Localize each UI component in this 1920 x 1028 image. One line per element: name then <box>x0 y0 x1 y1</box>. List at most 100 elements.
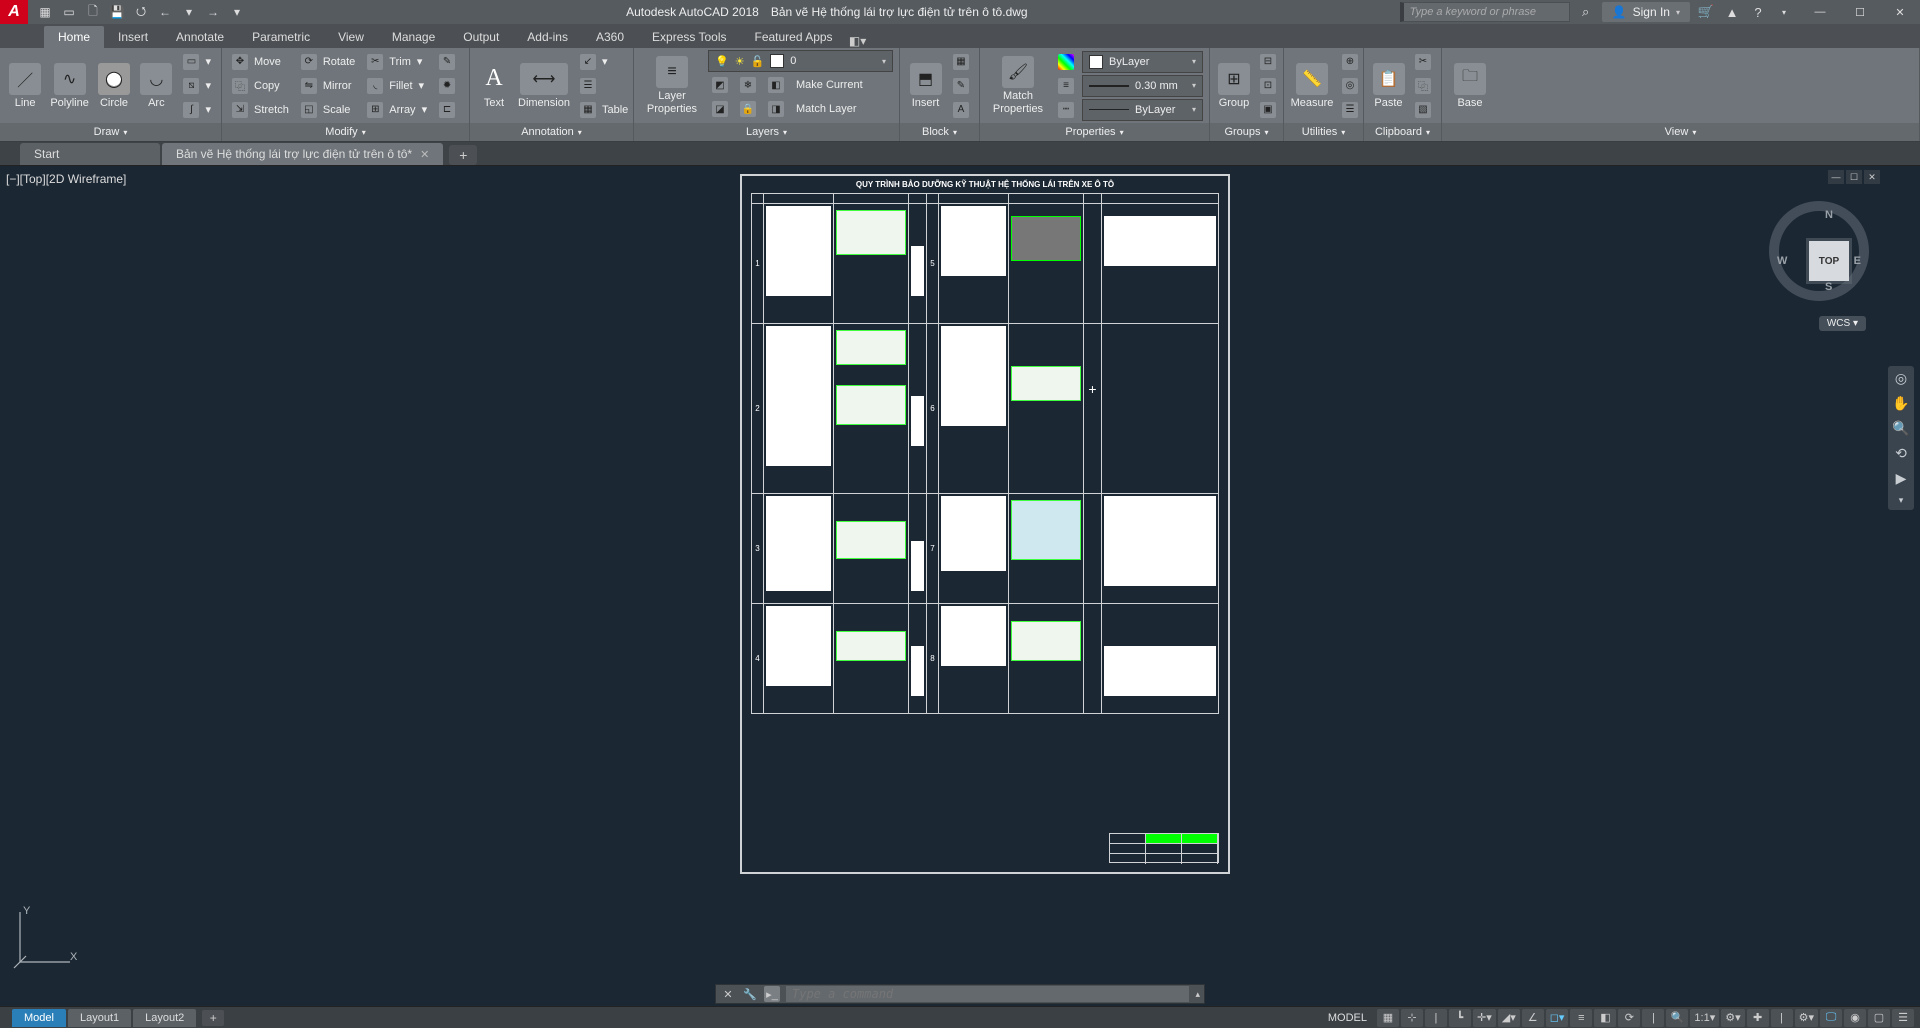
panel-clipboard-title[interactable]: Clipboard▾ <box>1364 123 1441 141</box>
qat-redo-drop-icon[interactable]: ▾ <box>226 2 248 22</box>
qat-undo-icon[interactable]: ← <box>154 2 176 22</box>
status-cycle-icon[interactable]: ⟳ <box>1618 1009 1640 1027</box>
panel-properties-title[interactable]: Properties▾ <box>980 123 1209 141</box>
lineweight-dropdown[interactable]: 0.30 mm▾ <box>1082 75 1203 97</box>
qat-plot-icon[interactable]: ⭯ <box>130 2 152 22</box>
util-2[interactable]: ◎ <box>1338 75 1362 97</box>
search-input[interactable]: Type a keyword or phrase <box>1400 2 1570 22</box>
block-attr-button[interactable]: A <box>949 99 973 121</box>
layouttab-layout1[interactable]: Layout1 <box>68 1009 131 1027</box>
tab-featured[interactable]: Featured Apps <box>741 26 847 48</box>
match-layer-button[interactable]: Match Layer <box>792 98 893 120</box>
tab-insert[interactable]: Insert <box>104 26 162 48</box>
navbar-drop-icon[interactable]: ▾ <box>1899 495 1904 506</box>
panel-draw-title[interactable]: Draw▾ <box>0 123 221 141</box>
measure-button[interactable]: 📏Measure <box>1290 61 1334 111</box>
modify-extra-1[interactable]: ✎ <box>435 51 459 73</box>
status-clean-icon[interactable]: ▢ <box>1868 1009 1890 1027</box>
leader-button[interactable]: ↙▾ <box>576 51 632 73</box>
status-gear-icon[interactable]: ⚙▾ <box>1721 1009 1744 1027</box>
signin-button[interactable]: 👤 Sign In ▾ <box>1602 2 1690 22</box>
fillet-button[interactable]: ◟Fillet▾ <box>363 75 431 97</box>
trim-button[interactable]: ✂Trim▾ <box>363 51 431 73</box>
status-snap-icon[interactable]: ⊹ <box>1401 1009 1423 1027</box>
status-polar-icon[interactable]: ✛▾ <box>1473 1009 1496 1027</box>
panel-utilities-title[interactable]: Utilities▾ <box>1284 123 1363 141</box>
tab-parametric[interactable]: Parametric <box>238 26 324 48</box>
drawing-canvas[interactable]: [−][Top][2D Wireframe] — ☐ ✕ QUY TRÌNH B… <box>0 166 1920 982</box>
status-scale[interactable]: 1:1▾ <box>1690 1009 1719 1027</box>
help-drop-icon[interactable]: ▾ <box>1774 2 1794 22</box>
block-edit-button[interactable]: ✎ <box>949 75 973 97</box>
layer-lock-button[interactable]: 🔒 <box>736 98 760 120</box>
layouttab-layout2[interactable]: Layout2 <box>133 1009 196 1027</box>
util-1[interactable]: ⊕ <box>1338 51 1362 73</box>
polyline-button[interactable]: ∿Polyline <box>48 61 91 111</box>
tab-manage[interactable]: Manage <box>378 26 449 48</box>
tab-addins[interactable]: Add-ins <box>513 26 582 48</box>
viewcube-west[interactable]: W <box>1777 255 1787 267</box>
status-osnap-icon[interactable]: ∠ <box>1522 1009 1544 1027</box>
filetab-active[interactable]: Bản vẽ Hệ thống lái trợ lực điện tử trên… <box>162 143 443 165</box>
prop-lw-button[interactable]: ≡ <box>1054 75 1078 97</box>
panel-block-title[interactable]: Block▾ <box>900 123 979 141</box>
match-properties-button[interactable]: 🖌Match Properties <box>986 54 1050 116</box>
panel-groups-title[interactable]: Groups▾ <box>1210 123 1283 141</box>
status-trans-icon[interactable]: ◧ <box>1594 1009 1616 1027</box>
ungroup-button[interactable]: ⊟ <box>1256 51 1280 73</box>
viewcube-south[interactable]: S <box>1825 281 1832 293</box>
array-button[interactable]: ⊞Array▾ <box>363 99 431 121</box>
qat-undo-drop-icon[interactable]: ▾ <box>178 2 200 22</box>
status-annoscale-icon[interactable]: 🔍 <box>1666 1009 1688 1027</box>
layer-dropdown[interactable]: 💡 ☀ 🔓 0 ▾ <box>708 50 893 72</box>
util-3[interactable]: ☰ <box>1338 99 1362 121</box>
make-current-button[interactable]: Make Current <box>792 74 893 96</box>
infocenter-icon[interactable]: ⌕ <box>1576 2 1596 22</box>
group-bbox-button[interactable]: ▣ <box>1256 99 1280 121</box>
status-isodraft-icon[interactable]: ◢▾ <box>1498 1009 1520 1027</box>
anno-extra[interactable]: ☰ <box>576 75 632 97</box>
vp-min-icon[interactable]: — <box>1828 170 1844 184</box>
panel-view-title[interactable]: View▾ <box>1442 123 1919 141</box>
prop-lt-button[interactable]: ┉ <box>1054 99 1078 121</box>
prop-color-button[interactable] <box>1054 51 1078 73</box>
command-input[interactable] <box>786 986 1189 1002</box>
window-maximize-button[interactable]: ☐ <box>1840 0 1880 24</box>
qat-open-icon[interactable]: 🗋 <box>82 2 104 22</box>
layer-properties-button[interactable]: ≡Layer Properties <box>640 50 704 121</box>
filetab-add-button[interactable]: + <box>449 145 477 165</box>
copy-clip-button[interactable]: ⿻ <box>1411 75 1435 97</box>
window-close-button[interactable]: ✕ <box>1880 0 1920 24</box>
cmd-close-icon[interactable]: ✕ <box>720 986 736 1002</box>
tab-output[interactable]: Output <box>449 26 513 48</box>
layer-extra-1[interactable]: ◧ <box>764 74 788 96</box>
qat-redo-icon[interactable]: → <box>202 2 224 22</box>
viewcube-north[interactable]: N <box>1825 209 1833 221</box>
view-cube[interactable]: TOP N S E W <box>1764 196 1874 306</box>
insert-button[interactable]: ⬒Insert <box>906 61 945 111</box>
qat-new-icon[interactable]: ▭ <box>58 2 80 22</box>
copy-button[interactable]: ⿻Copy <box>228 75 293 97</box>
cut-button[interactable]: ✂ <box>1411 51 1435 73</box>
mirror-button[interactable]: ⇋Mirror <box>297 75 359 97</box>
status-grid-icon[interactable]: ▦ <box>1377 1009 1399 1027</box>
linetype-dropdown[interactable]: ByLayer▾ <box>1082 99 1203 121</box>
modify-extra-3[interactable]: ⊏ <box>435 99 459 121</box>
scale-button[interactable]: ◱Scale <box>297 99 359 121</box>
filetab-start[interactable]: Start <box>20 143 160 165</box>
status-monitor-icon[interactable]: 🖵 <box>1820 1009 1842 1027</box>
status-custom-icon[interactable]: ☰ <box>1892 1009 1914 1027</box>
table-button[interactable]: ▦Table <box>576 99 632 121</box>
vp-max-icon[interactable]: ☐ <box>1846 170 1862 184</box>
status-model[interactable]: MODEL <box>1320 1009 1375 1027</box>
group-button[interactable]: ⊞Group <box>1216 61 1252 111</box>
status-ortho-icon[interactable]: ┗ <box>1449 1009 1471 1027</box>
draw-extra-3[interactable]: ∫▾ <box>179 99 215 121</box>
status-lwt-icon[interactable]: ≡ <box>1570 1009 1592 1027</box>
panel-modify-title[interactable]: Modify▾ <box>222 123 469 141</box>
layer-off-button[interactable]: ◪ <box>708 98 732 120</box>
text-button[interactable]: AText <box>476 61 512 111</box>
line-button[interactable]: ／Line <box>6 61 44 111</box>
tab-express[interactable]: Express Tools <box>638 26 740 48</box>
move-button[interactable]: ✥Move <box>228 51 293 73</box>
